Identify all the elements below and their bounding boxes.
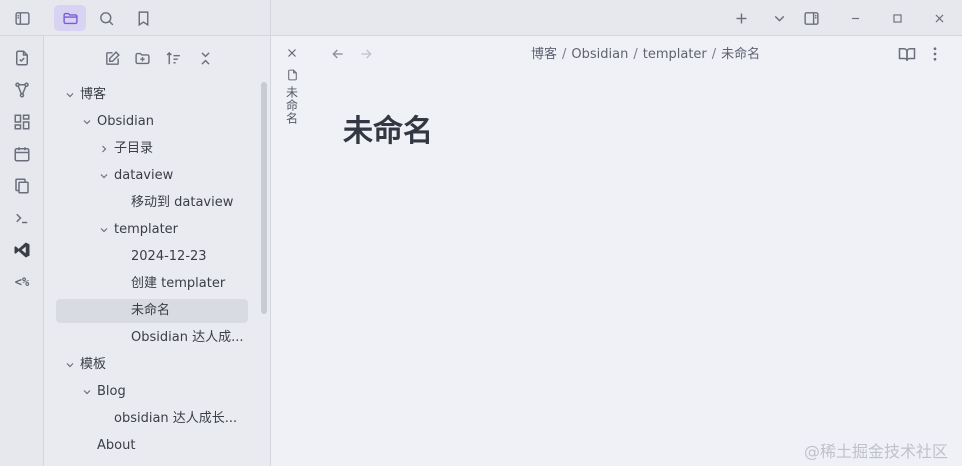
breadcrumb-separator: / — [562, 47, 567, 62]
chevron-down-icon[interactable] — [81, 116, 93, 128]
editor-pane: 未命名 博客 / Obsidian / templater / 未命名 未命名 @稀土掘金技… — [271, 36, 962, 466]
tree-item-label: 模板 — [80, 357, 107, 372]
tree-item-label: About — [97, 438, 136, 453]
tab-header — [271, 0, 962, 36]
file-explorer-tab-icon[interactable] — [54, 5, 86, 31]
canvas-icon[interactable] — [8, 108, 36, 136]
tree-file[interactable]: 2024-12-23 — [56, 245, 248, 269]
tree-file[interactable]: 移动到 dataview — [56, 191, 248, 215]
chevron-down-icon[interactable] — [64, 89, 76, 101]
file-icon — [287, 69, 297, 81]
tab-list-chevron-icon[interactable] — [765, 5, 793, 31]
tree-item-label: 2024-12-23 — [131, 249, 207, 264]
tree-item-label: templater — [114, 222, 179, 237]
chevron-down-icon[interactable] — [64, 359, 76, 371]
sort-order-icon[interactable] — [161, 46, 185, 70]
minimize-icon[interactable] — [841, 5, 869, 31]
breadcrumb-item[interactable]: 博客 — [531, 47, 557, 62]
chevron-down-icon[interactable] — [81, 386, 93, 398]
graph-view-icon[interactable] — [8, 76, 36, 104]
tree-item-label: 子目录 — [114, 141, 154, 156]
toggle-sidebar-icon[interactable] — [8, 5, 36, 31]
ribbon: <% — [0, 36, 44, 466]
bookmarks-tab-icon[interactable] — [129, 5, 157, 31]
reading-view-book-icon[interactable] — [898, 45, 916, 63]
tree-item-label: 博客 — [80, 87, 107, 102]
tree-folder[interactable]: 博客 — [56, 83, 248, 107]
search-tab-icon[interactable] — [92, 5, 120, 31]
new-folder-icon[interactable] — [130, 46, 154, 70]
tab-title: 未命名 — [284, 86, 299, 125]
chevron-down-icon[interactable] — [98, 224, 110, 236]
daily-note-calendar-icon[interactable] — [8, 140, 36, 168]
templater-icon[interactable]: <% — [8, 268, 36, 296]
tree-folder[interactable]: Obsidian — [56, 110, 248, 134]
new-tab-icon[interactable] — [727, 5, 755, 31]
breadcrumb-item[interactable]: 未命名 — [721, 47, 760, 62]
templates-copy-icon[interactable] — [8, 172, 36, 200]
tree-file[interactable]: About — [56, 434, 248, 458]
tree-file[interactable]: Obsidian 达人成... — [56, 326, 248, 350]
breadcrumb: 博客 / Obsidian / templater / 未命名 — [531, 46, 760, 64]
open-quick-switcher-icon[interactable] — [8, 44, 36, 72]
file-explorer: 博客 Obsidian 子目录 dataview 移动到 dataview templat… — [44, 36, 271, 466]
tree-file[interactable]: obsidian 达人成长... — [56, 407, 248, 431]
navigate-back-icon[interactable] — [330, 46, 346, 62]
navigate-forward-icon[interactable] — [358, 46, 374, 62]
tree-folder[interactable]: templater — [56, 218, 248, 242]
chevron-right-icon[interactable] — [98, 143, 110, 155]
tree-item-label: 创建 templater — [131, 276, 226, 291]
sidebar-scrollbar[interactable] — [261, 82, 267, 314]
chevron-down-icon[interactable] — [98, 170, 110, 182]
vscode-icon[interactable] — [8, 236, 36, 264]
tree-file[interactable]: 创建 templater — [56, 272, 248, 296]
command-palette-terminal-icon[interactable] — [8, 204, 36, 232]
breadcrumb-separator: / — [633, 47, 638, 62]
breadcrumb-item[interactable]: Obsidian — [571, 47, 628, 62]
sidebar-header — [0, 0, 271, 36]
close-window-icon[interactable] — [925, 5, 953, 31]
tree-folder[interactable]: dataview — [56, 164, 248, 188]
close-tab-icon[interactable] — [285, 46, 299, 60]
new-note-icon[interactable] — [100, 46, 124, 70]
tree-item-label: 未命名 — [131, 303, 171, 318]
tree-item-label: Blog — [97, 384, 126, 399]
more-options-icon[interactable] — [926, 45, 944, 63]
collapse-all-icon[interactable] — [193, 46, 217, 70]
maximize-icon[interactable] — [883, 5, 911, 31]
tree-item-label: obsidian 达人成长... — [114, 411, 238, 426]
tree-item-label: Obsidian — [97, 114, 154, 129]
tree-folder[interactable]: Blog — [56, 380, 248, 404]
tree-item-label: 移动到 dataview — [131, 195, 234, 210]
tree-file[interactable]: 未命名 — [56, 299, 248, 323]
breadcrumb-separator: / — [711, 47, 717, 62]
templater-label: <% — [14, 275, 30, 289]
tree-folder[interactable]: 子目录 — [56, 137, 248, 161]
obsidian-window: <% 博客 Obsidian 子目录 dataview 移动到 dataview temp… — [0, 0, 962, 466]
tree-item-label: dataview — [114, 168, 174, 183]
stacked-tab[interactable]: 未命名 — [279, 46, 305, 125]
tree-folder[interactable]: 模板 — [56, 353, 248, 377]
watermark: @稀土掘金技术社区 — [803, 442, 948, 461]
note-title[interactable]: 未命名 — [343, 106, 433, 150]
tree-item-label: Obsidian 达人成... — [131, 330, 244, 345]
breadcrumb-item[interactable]: templater — [643, 47, 707, 62]
toggle-right-sidebar-icon[interactable] — [797, 5, 825, 31]
